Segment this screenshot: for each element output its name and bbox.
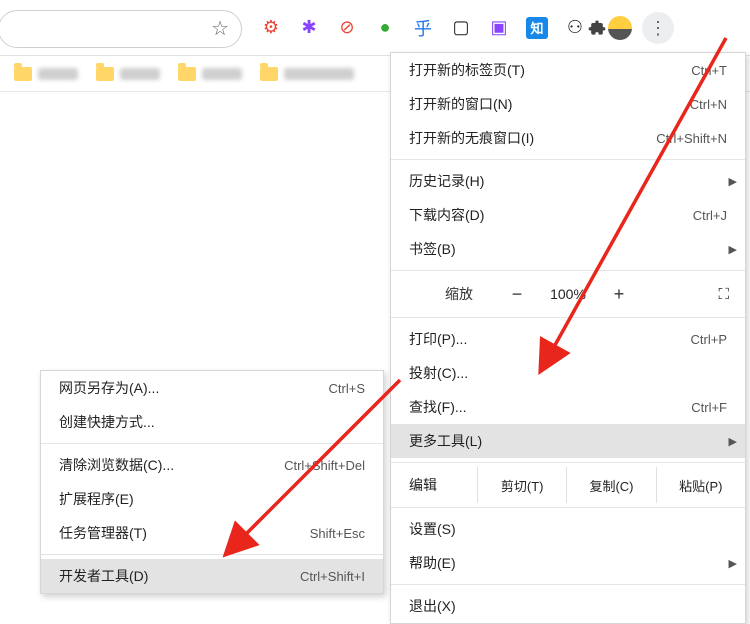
chevron-right-icon: ▶ [729, 557, 737, 570]
bookmark-folder[interactable] [178, 67, 242, 81]
chrome-main-menu: 打开新的标签页(T)Ctrl+T 打开新的窗口(N)Ctrl+N 打开新的无痕窗… [390, 52, 746, 624]
ext-7-icon[interactable]: ▣ [488, 17, 510, 39]
bookmark-folder[interactable] [260, 67, 354, 81]
ext-1-icon[interactable]: ⚙ [260, 17, 282, 39]
menu-more-tools[interactable]: 更多工具(L)▶ [391, 424, 745, 458]
profile-avatar-icon[interactable] [608, 16, 632, 40]
edit-copy-button[interactable]: 复制(C) [566, 467, 655, 503]
zoom-in-button[interactable]: + [597, 284, 641, 305]
menu-print[interactable]: 打印(P)...Ctrl+P [391, 322, 745, 356]
submenu-extensions[interactable]: 扩展程序(E) [41, 482, 383, 516]
chevron-right-icon: ▶ [729, 243, 737, 256]
submenu-create-shortcut[interactable]: 创建快捷方式... [41, 405, 383, 439]
bookmark-folder[interactable] [96, 67, 160, 81]
submenu-save-as[interactable]: 网页另存为(A)...Ctrl+S [41, 371, 383, 405]
menu-edit-row: 编辑 剪切(T) 复制(C) 粘贴(P) [391, 467, 745, 503]
menu-new-incognito[interactable]: 打开新的无痕窗口(I)Ctrl+Shift+N [391, 121, 745, 155]
menu-exit[interactable]: 退出(X) [391, 589, 745, 623]
menu-history[interactable]: 历史记录(H)▶ [391, 164, 745, 198]
edit-cut-button[interactable]: 剪切(T) [477, 467, 566, 503]
chevron-right-icon: ▶ [729, 175, 737, 188]
folder-icon [96, 67, 114, 81]
menu-downloads[interactable]: 下载内容(D)Ctrl+J [391, 198, 745, 232]
address-bar[interactable]: ☆ [0, 10, 242, 48]
menu-settings[interactable]: 设置(S) [391, 512, 745, 546]
submenu-task-manager[interactable]: 任务管理器(T)Shift+Esc [41, 516, 383, 550]
bookmark-folder[interactable] [14, 67, 78, 81]
menu-cast[interactable]: 投射(C)... [391, 356, 745, 390]
zoom-percent: 100% [539, 286, 597, 302]
chevron-right-icon: ▶ [729, 435, 737, 448]
submenu-devtools[interactable]: 开发者工具(D)Ctrl+Shift+I [41, 559, 383, 593]
extension-icons: ⚙ ✱ ⊘ ● 乎 ▢ ▣ 知 ⚇ [260, 17, 586, 39]
menu-new-window[interactable]: 打开新的窗口(N)Ctrl+N [391, 87, 745, 121]
ext-2-icon[interactable]: ✱ [298, 17, 320, 39]
folder-icon [14, 67, 32, 81]
ext-5-icon[interactable]: 乎 [412, 17, 434, 39]
bookmark-star-icon[interactable]: ☆ [211, 16, 229, 41]
browser-toolbar: ☆ ⚙ ✱ ⊘ ● 乎 ▢ ▣ 知 ⚇ ⋮ [0, 0, 750, 56]
edit-paste-button[interactable]: 粘贴(P) [656, 467, 745, 503]
kebab-menu-icon[interactable]: ⋮ [642, 12, 674, 44]
ext-3-icon[interactable]: ⊘ [336, 17, 358, 39]
menu-find[interactable]: 查找(F)...Ctrl+F [391, 390, 745, 424]
menu-zoom-row: 缩放 − 100% + ⛶ [391, 275, 745, 313]
zoom-out-button[interactable]: − [495, 284, 539, 305]
ext-4-icon[interactable]: ● [374, 17, 396, 39]
folder-icon [178, 67, 196, 81]
zoom-label: 缩放 [405, 284, 495, 304]
submenu-clear-data[interactable]: 清除浏览数据(C)...Ctrl+Shift+Del [41, 448, 383, 482]
more-tools-submenu: 网页另存为(A)...Ctrl+S 创建快捷方式... 清除浏览数据(C)...… [40, 370, 384, 594]
ext-9-icon[interactable]: ⚇ [564, 17, 586, 39]
menu-bookmarks[interactable]: 书签(B)▶ [391, 232, 745, 266]
fullscreen-icon[interactable]: ⛶ [718, 286, 731, 303]
ext-8-icon[interactable]: 知 [526, 17, 548, 39]
folder-icon [260, 67, 278, 81]
menu-new-tab[interactable]: 打开新的标签页(T)Ctrl+T [391, 53, 745, 87]
menu-help[interactable]: 帮助(E)▶ [391, 546, 745, 580]
ext-6-icon[interactable]: ▢ [450, 17, 472, 39]
extensions-puzzle-icon[interactable] [586, 17, 608, 39]
edit-label: 编辑 [409, 475, 477, 495]
